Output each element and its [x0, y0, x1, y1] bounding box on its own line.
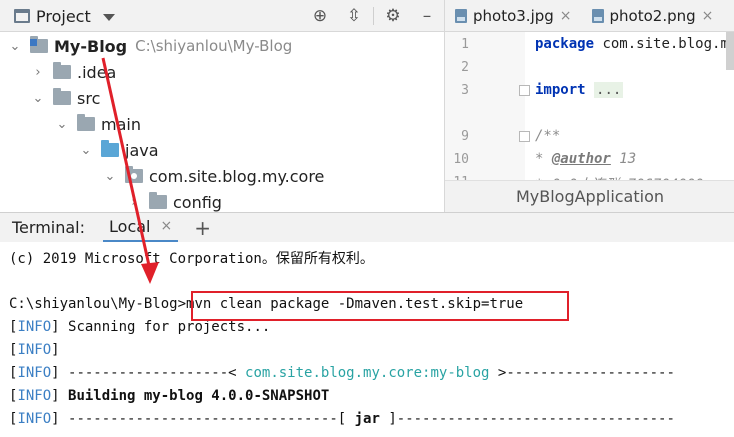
project-title: Project	[36, 6, 91, 26]
tree-item-label: My-Blog	[54, 36, 128, 56]
code-line[interactable]: package com.site.blog.m	[535, 36, 729, 52]
tree-item-label: com.site.blog.my.core	[149, 166, 325, 186]
terminal-line: [INFO] Building my-blog 4.0.0-SNAPSHOT	[9, 388, 330, 404]
breadcrumb-label: MyBlogApplication	[515, 187, 665, 206]
line-number: 2	[461, 60, 469, 75]
line-gutter: 1 2 3 9 10 11	[445, 32, 525, 190]
folder-icon	[53, 62, 71, 79]
tab-photo2[interactable]: photo2.png ×	[582, 0, 724, 32]
source-folder-icon	[101, 140, 119, 157]
tree-item-package[interactable]: ⌄ com.site.blog.my.core	[103, 163, 324, 189]
folder-icon	[149, 192, 167, 209]
chevron-right-icon[interactable]: ›	[31, 65, 45, 80]
chevron-down-icon[interactable]: ⌄	[79, 143, 93, 158]
close-icon[interactable]: ×	[702, 8, 714, 24]
line-number: 1	[461, 37, 469, 52]
package-icon	[125, 166, 143, 183]
folder-icon	[77, 114, 95, 131]
code-line[interactable]: * @author 13	[535, 151, 636, 167]
tree-item-label: java	[125, 140, 159, 160]
tree-item-src[interactable]: ⌄ src	[31, 85, 100, 111]
close-icon[interactable]: ×	[160, 218, 172, 234]
tree-item-label: .idea	[77, 62, 117, 82]
project-tree: ⌄ My-Blog C:\shiyanlou\My-Blog › .idea ⌄…	[0, 32, 444, 212]
image-file-icon	[591, 9, 604, 23]
terminal-header: Terminal: Local × +	[0, 212, 734, 243]
gear-icon[interactable]: ⚙	[376, 0, 410, 32]
locate-icon[interactable]: ⊕	[303, 0, 337, 32]
chevron-down-icon[interactable]: ⌄	[55, 117, 69, 132]
line-number: 9	[461, 129, 469, 144]
tree-item-config[interactable]: › config	[127, 189, 222, 212]
code-line[interactable]: /**	[535, 128, 560, 144]
tab-photo3[interactable]: photo3.jpg ×	[445, 0, 582, 32]
command-highlight-box	[191, 291, 569, 321]
chevron-down-icon[interactable]: ⌄	[31, 91, 45, 106]
project-toolbar: ⊕ ⇳ ⚙ –	[303, 0, 444, 32]
folder-icon	[53, 88, 71, 105]
collapse-all-icon[interactable]: ⇳	[337, 0, 371, 32]
tree-item-label: main	[101, 114, 141, 134]
editor-tabs: photo3.jpg × photo2.png ×	[445, 0, 734, 32]
project-view-selector[interactable]: Project	[14, 0, 115, 32]
fold-collapse-icon[interactable]	[519, 131, 530, 142]
add-terminal-icon[interactable]: +	[194, 216, 211, 240]
minimize-icon[interactable]: –	[410, 0, 444, 32]
project-panel-header: Project ⊕ ⇳ ⚙ –	[0, 0, 444, 32]
tree-item-idea[interactable]: › .idea	[31, 59, 116, 85]
line-number: 10	[453, 152, 469, 167]
chevron-down-icon[interactable]	[102, 13, 115, 21]
code-line[interactable]: import ...	[535, 82, 624, 98]
module-folder-icon	[30, 36, 48, 53]
tree-item-my-blog[interactable]: ⌄ My-Blog C:\shiyanlou\My-Blog	[8, 33, 292, 59]
tree-item-label: config	[173, 192, 222, 212]
tree-item-java[interactable]: ⌄ java	[79, 137, 159, 163]
editor-scrollbar[interactable]	[726, 32, 734, 70]
close-icon[interactable]: ×	[560, 8, 572, 24]
editor-breadcrumb[interactable]: MyBlogApplication	[445, 180, 734, 212]
tree-item-label: src	[77, 88, 101, 108]
tab-label: photo2.png	[609, 7, 696, 25]
terminal-label: Terminal:	[12, 218, 86, 237]
image-file-icon	[455, 9, 467, 23]
chevron-down-icon[interactable]: ⌄	[103, 169, 117, 184]
terminal-tab-local[interactable]: Local ×	[103, 213, 179, 243]
fold-expand-icon[interactable]	[519, 85, 530, 96]
tree-item-main[interactable]: ⌄ main	[55, 111, 141, 137]
chevron-down-icon[interactable]: ⌄	[8, 39, 22, 54]
editor-panel: photo3.jpg × photo2.png × 1 2 3 9 10 11 …	[444, 0, 734, 212]
toolbar-divider	[373, 7, 374, 25]
terminal-line: [INFO]	[9, 342, 60, 358]
terminal-line: [INFO] --------------------------------[…	[9, 411, 675, 427]
chevron-right-icon[interactable]: ›	[127, 195, 141, 210]
folded-imports[interactable]: ...	[594, 82, 624, 98]
terminal-line: [INFO] Scanning for projects...	[9, 319, 271, 335]
terminal-tab-label: Local	[109, 216, 151, 236]
project-window-icon	[14, 9, 30, 23]
tab-label: photo3.jpg	[473, 7, 554, 25]
terminal-output[interactable]: (c) 2019 Microsoft Corporation。保留所有权利。 C…	[0, 242, 734, 437]
terminal-line: [INFO] -------------------< com.site.blo…	[9, 365, 675, 381]
tree-item-path: C:\shiyanlou\My-Blog	[135, 37, 293, 55]
line-number: 3	[461, 83, 469, 98]
terminal-line: (c) 2019 Microsoft Corporation。保留所有权利。	[9, 251, 374, 267]
